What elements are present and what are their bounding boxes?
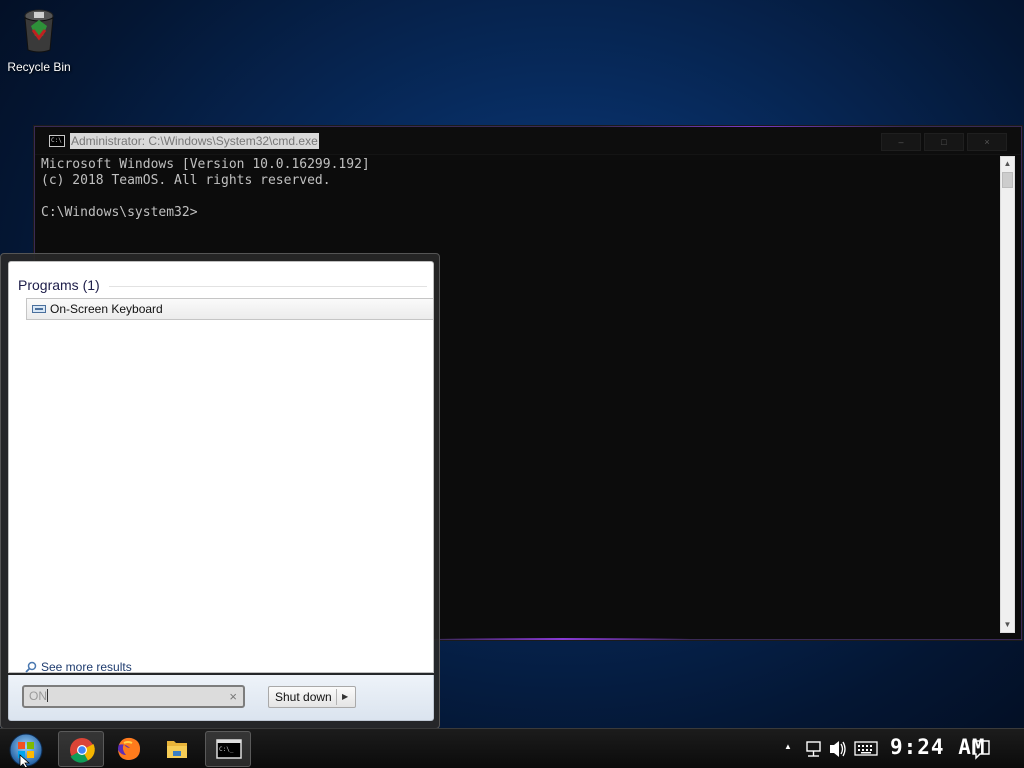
search-results-panel: Programs (1) On-Screen Keyboard See more… bbox=[8, 261, 434, 674]
see-more-results-link[interactable]: See more results bbox=[25, 660, 132, 674]
shutdown-options-arrow-icon[interactable]: ▶ bbox=[342, 687, 348, 707]
keyboard-icon bbox=[32, 305, 46, 313]
minimize-button[interactable]: – bbox=[881, 133, 921, 151]
action-center-icon[interactable] bbox=[970, 729, 992, 768]
scroll-down-arrow[interactable]: ▼ bbox=[1001, 618, 1014, 632]
desktop-icon-recycle-bin[interactable]: Recycle Bin bbox=[4, 6, 74, 74]
cmd-window-title: Administrator: C:\Windows\System32\cmd.e… bbox=[70, 133, 319, 149]
close-button[interactable]: × bbox=[967, 133, 1007, 151]
text-caret bbox=[47, 689, 48, 702]
start-search-input[interactable]: ON × bbox=[22, 685, 245, 708]
cmd-icon: C:\_ bbox=[216, 739, 242, 759]
maximize-button[interactable]: □ bbox=[924, 133, 964, 151]
desktop-icon-label: Recycle Bin bbox=[7, 60, 71, 74]
programs-header: Programs (1) bbox=[18, 277, 100, 293]
shutdown-separator bbox=[336, 689, 337, 705]
firefox-icon bbox=[118, 737, 140, 760]
cmd-icon: C:\ bbox=[49, 135, 65, 147]
taskbar-command-prompt[interactable]: C:\_ bbox=[205, 731, 251, 767]
cmd-titlebar[interactable]: C:\ Administrator: C:\Windows\System32\c… bbox=[35, 127, 1021, 155]
svg-text:C:\_: C:\_ bbox=[219, 746, 234, 753]
start-menu: Programs (1) On-Screen Keyboard See more… bbox=[0, 253, 440, 729]
vertical-scrollbar[interactable]: ▲ ▼ bbox=[1000, 156, 1015, 633]
volume-icon[interactable] bbox=[828, 729, 848, 768]
see-more-label: See more results bbox=[41, 660, 132, 674]
shutdown-button[interactable]: Shut down ▶ bbox=[268, 686, 356, 708]
taskbar-chrome[interactable] bbox=[58, 731, 104, 767]
shutdown-label: Shut down bbox=[275, 690, 332, 704]
folder-icon bbox=[167, 741, 187, 758]
window-glow-bottom bbox=[435, 638, 691, 640]
touch-keyboard-icon[interactable] bbox=[853, 729, 879, 768]
result-on-screen-keyboard[interactable]: On-Screen Keyboard bbox=[26, 298, 433, 320]
tray-arrow-icon: ▲ bbox=[784, 742, 792, 751]
start-menu-footer: ON × Shut down ▶ bbox=[8, 675, 434, 721]
taskbar: C:\_ ▲ 9:24 AM bbox=[0, 728, 1024, 768]
show-hidden-icons-button[interactable]: ▲ bbox=[784, 729, 798, 768]
recycle-bin-icon bbox=[19, 6, 59, 54]
taskbar-file-explorer[interactable] bbox=[154, 731, 200, 767]
start-button[interactable] bbox=[6, 731, 46, 768]
scroll-up-arrow[interactable]: ▲ bbox=[1001, 157, 1014, 171]
console-output[interactable]: Microsoft Windows [Version 10.0.16299.19… bbox=[41, 157, 999, 221]
console-prompt: C:\Windows\system32> bbox=[41, 205, 198, 220]
taskbar-firefox[interactable] bbox=[106, 731, 152, 767]
network-icon[interactable] bbox=[804, 729, 824, 768]
search-icon bbox=[25, 661, 37, 673]
chrome-icon bbox=[70, 738, 95, 763]
console-line: Microsoft Windows [Version 10.0.16299.19… bbox=[41, 157, 370, 172]
search-value: ON bbox=[29, 689, 47, 703]
programs-divider bbox=[109, 286, 427, 287]
scroll-thumb[interactable] bbox=[1002, 172, 1013, 188]
console-line: (c) 2018 TeamOS. All rights reserved. bbox=[41, 173, 331, 188]
result-label: On-Screen Keyboard bbox=[50, 302, 163, 316]
clear-search-icon[interactable]: × bbox=[229, 687, 237, 706]
